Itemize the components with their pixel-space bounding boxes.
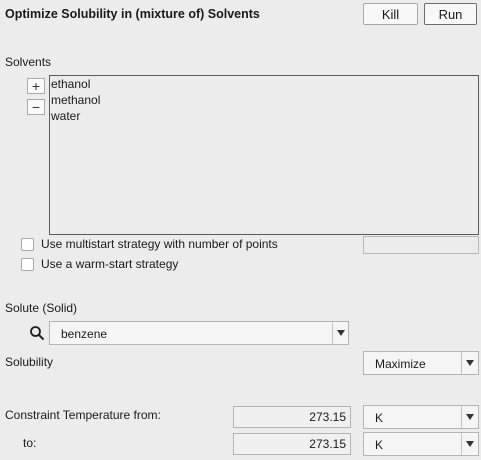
temperature-from-input[interactable]: 273.15 — [233, 406, 351, 428]
solute-value: benzene — [61, 327, 108, 341]
solubility-value: Maximize — [375, 357, 426, 371]
list-item[interactable]: water — [51, 109, 80, 123]
remove-solvent-button[interactable]: − — [27, 99, 45, 115]
temperature-from-unit-select[interactable]: K — [363, 405, 479, 429]
chevron-down-icon — [466, 360, 474, 366]
unit-value: K — [375, 411, 384, 425]
multistart-label: Use multistart strategy with number of p… — [41, 237, 278, 251]
unit-value: K — [375, 438, 384, 452]
list-item[interactable]: ethanol — [51, 77, 90, 91]
multistart-points-input[interactable] — [363, 236, 479, 254]
constraint-from-label: Constraint Temperature from: — [5, 408, 161, 422]
solubility-label: Solubility — [5, 355, 54, 369]
chevron-down-icon — [337, 330, 345, 336]
solubility-select[interactable]: Maximize — [363, 351, 479, 375]
solvents-list[interactable]: ethanol methanol water — [49, 75, 479, 235]
kill-button[interactable]: Kill — [363, 3, 418, 25]
add-solvent-button[interactable]: + — [27, 78, 45, 94]
solute-combobox[interactable]: benzene — [49, 321, 349, 345]
temperature-to-input[interactable]: 273.15 — [233, 433, 351, 455]
chevron-down-icon — [466, 441, 474, 447]
solvents-label: Solvents — [5, 55, 52, 69]
constraint-to-label: to: — [23, 436, 37, 450]
warmstart-label: Use a warm-start strategy — [41, 257, 179, 271]
list-item[interactable]: methanol — [51, 93, 100, 107]
dialog-title: Optimize Solubility in (mixture of) Solv… — [5, 7, 260, 21]
run-button[interactable]: Run — [424, 3, 477, 25]
multistart-checkbox[interactable] — [21, 238, 34, 251]
chevron-down-icon — [466, 414, 474, 420]
temperature-to-unit-select[interactable]: K — [363, 432, 479, 456]
warmstart-checkbox[interactable] — [21, 258, 34, 271]
solute-label: Solute (Solid) — [5, 301, 78, 315]
search-icon[interactable] — [29, 325, 45, 341]
